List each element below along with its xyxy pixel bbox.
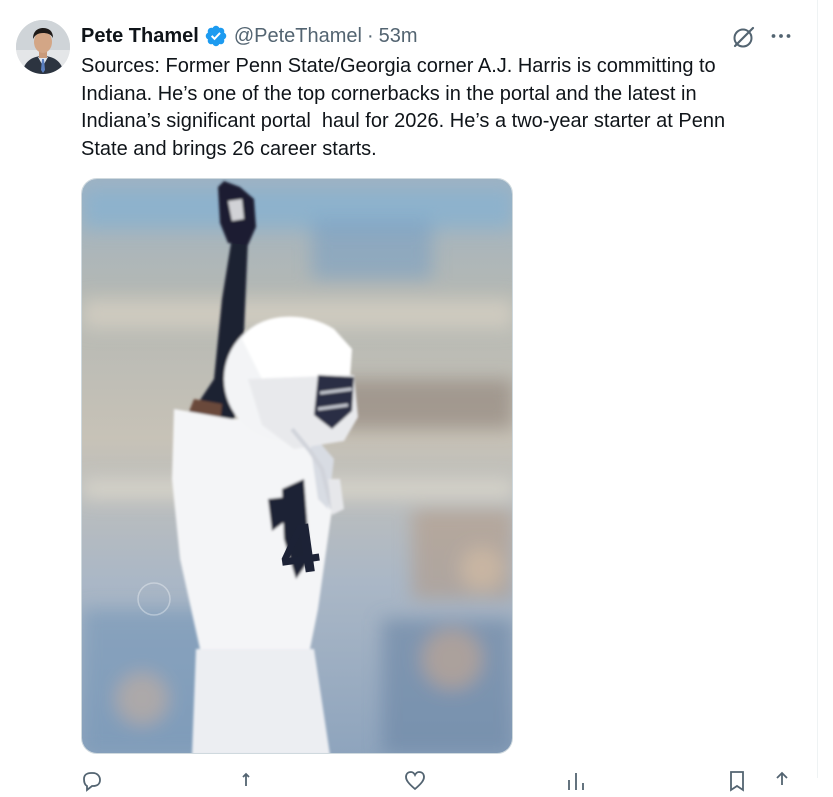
more-options-icon[interactable] — [769, 24, 793, 48]
tweet-photo[interactable]: 4 — [81, 178, 513, 754]
tweet-text: Sources: Former Penn State/Georgia corne… — [81, 55, 726, 160]
author-name[interactable]: Pete Thamel — [81, 25, 199, 48]
tweet-actions — [81, 770, 796, 792]
avatar[interactable] — [16, 20, 70, 74]
tweet-header: Pete Thamel @PeteThamel · 53m — [81, 22, 418, 50]
like-icon[interactable] — [404, 770, 426, 792]
tweet[interactable]: Pete Thamel @PeteThamel · 53m Sources: F… — [0, 0, 818, 792]
share-icon[interactable] — [771, 770, 793, 792]
author-handle[interactable]: @PeteThamel — [234, 25, 362, 48]
timestamp[interactable]: 53m — [379, 25, 418, 48]
grok-icon[interactable] — [731, 24, 757, 50]
separator-dot: · — [366, 24, 374, 47]
repost-icon[interactable] — [241, 770, 263, 792]
verified-badge-icon — [204, 24, 228, 48]
bookmark-icon[interactable] — [726, 770, 748, 792]
reply-icon[interactable] — [81, 770, 103, 792]
views-icon[interactable] — [565, 770, 587, 792]
